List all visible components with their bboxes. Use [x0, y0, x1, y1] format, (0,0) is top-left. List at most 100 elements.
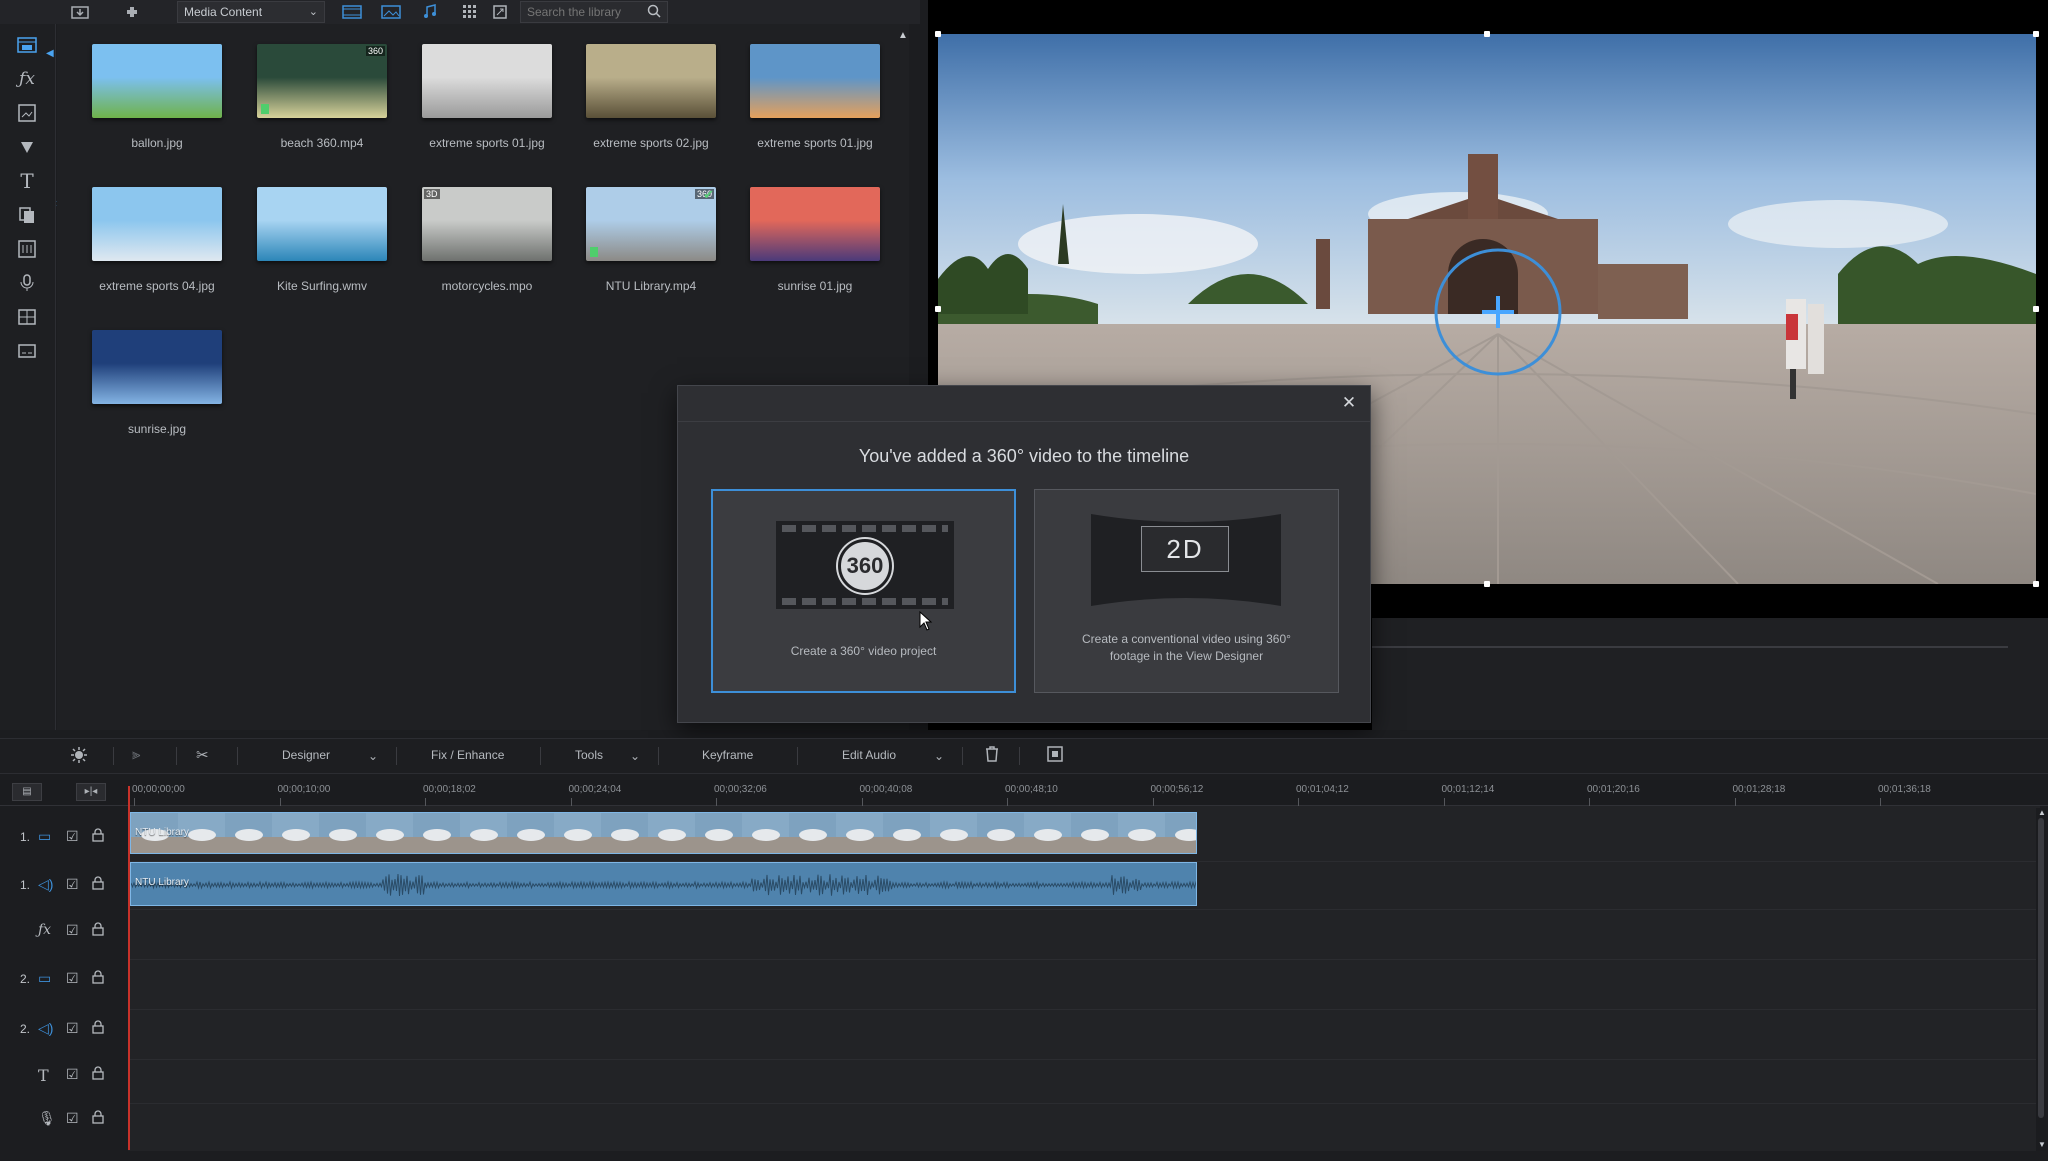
- create-360-project-option[interactable]: 360 Create a 360° video project: [711, 489, 1016, 693]
- transition-room-icon[interactable]: [14, 202, 40, 228]
- close-icon[interactable]: ✕: [1338, 392, 1360, 414]
- title-track-row[interactable]: [128, 1060, 2040, 1104]
- tools-menu[interactable]: Tools: [575, 748, 603, 762]
- track-enable-checkbox-icon[interactable]: ☑: [66, 922, 79, 939]
- chevron-down-icon[interactable]: ⌄: [630, 749, 640, 763]
- video-filter-icon[interactable]: [340, 2, 364, 22]
- import-media-icon[interactable]: [68, 2, 92, 22]
- search-icon[interactable]: [647, 4, 661, 21]
- track-enable-checkbox-icon[interactable]: ☑: [66, 970, 79, 987]
- track-enable-checkbox-icon[interactable]: ☑: [66, 1110, 79, 1127]
- resize-handle[interactable]: [2033, 581, 2039, 587]
- chevron-down-icon[interactable]: ⌄: [368, 749, 378, 763]
- tools-gear-icon[interactable]: [70, 746, 88, 768]
- ruler-label: 00;00;56;12: [1150, 784, 1204, 795]
- media-item[interactable]: extreme sports 04.jpg: [87, 187, 227, 293]
- resize-handle[interactable]: [2033, 31, 2039, 37]
- edit-audio-menu[interactable]: Edit Audio: [842, 748, 896, 762]
- grid-view-icon[interactable]: [458, 2, 482, 22]
- video-clip[interactable]: NTU Library: [130, 812, 1197, 854]
- audio-mixing-room-icon[interactable]: [14, 236, 40, 262]
- track-lock-icon[interactable]: [92, 1110, 104, 1127]
- media-thumbnail: [750, 187, 880, 261]
- ruler-tick: [570, 798, 572, 806]
- ruler-tick: [134, 798, 135, 806]
- resize-handle[interactable]: [935, 31, 941, 37]
- split-track-icon[interactable]: ⫸: [132, 746, 140, 763]
- voice-over-icon[interactable]: [14, 270, 40, 296]
- track-number: 1.: [20, 830, 31, 844]
- track-lock-icon[interactable]: [92, 1020, 104, 1037]
- search-input[interactable]: [527, 5, 637, 19]
- resize-handle[interactable]: [2033, 306, 2039, 312]
- media-item[interactable]: sunrise 01.jpg: [745, 187, 885, 293]
- media-item[interactable]: extreme sports 01.jpg: [745, 44, 885, 150]
- library-search[interactable]: [520, 1, 668, 23]
- timeline-scrollbar[interactable]: [2036, 808, 2046, 1151]
- media-item[interactable]: 360 ✔ NTU Library.mp4: [581, 187, 721, 293]
- designer-menu[interactable]: Designer: [282, 748, 330, 762]
- track-lock-icon[interactable]: [92, 1066, 104, 1083]
- fit-timeline-icon[interactable]: ▸|◂: [76, 783, 106, 801]
- resize-handle[interactable]: [1484, 581, 1490, 587]
- track-enable-checkbox-icon[interactable]: ☑: [66, 1066, 79, 1083]
- room-rail: ◀ ƒx T: [0, 24, 56, 730]
- track-enable-checkbox-icon[interactable]: ☑: [66, 1020, 79, 1037]
- audio-track-2-row[interactable]: [128, 1010, 2040, 1060]
- media-item[interactable]: 360 beach 360.mp4: [252, 44, 392, 150]
- particle-room-icon[interactable]: [14, 134, 40, 160]
- track-lock-icon[interactable]: [92, 922, 104, 939]
- track-lock-icon[interactable]: [92, 828, 104, 845]
- chevron-down-icon[interactable]: ⌄: [934, 749, 944, 763]
- video-track-2-row[interactable]: [128, 960, 2040, 1010]
- playhead[interactable]: [128, 786, 130, 1150]
- fx-track-row[interactable]: [128, 910, 2040, 960]
- library-content-dropdown[interactable]: Media Content ⌄: [177, 1, 325, 23]
- clip-thumbnail-cloud: [235, 829, 263, 841]
- resize-handle[interactable]: [935, 306, 941, 312]
- pip-room-icon[interactable]: [14, 100, 40, 126]
- ruler-label: 00;00;18;02: [423, 784, 476, 795]
- clip-thumbnail-cloud: [470, 829, 498, 841]
- audio-clip[interactable]: NTU Library: [130, 862, 1197, 906]
- plugin-icon[interactable]: [120, 2, 144, 22]
- film-perforation: [782, 598, 948, 605]
- media-room-icon[interactable]: [14, 32, 40, 58]
- media-item[interactable]: extreme sports 02.jpg: [581, 44, 721, 150]
- scroll-up-icon[interactable]: ▲: [898, 30, 908, 41]
- ruler-tick: [1589, 798, 1590, 806]
- film-perforation: [782, 525, 948, 532]
- clip-thumbnail-cloud: [940, 829, 968, 841]
- timeline-view-icon[interactable]: ▤: [12, 783, 42, 801]
- scrollbar-thumb[interactable]: [2038, 818, 2044, 1118]
- scroll-down-icon[interactable]: ▼: [2038, 1140, 2046, 1149]
- fx-room-icon[interactable]: ƒx: [14, 66, 40, 92]
- media-item[interactable]: 3D motorcycles.mpo: [417, 187, 557, 293]
- expand-icon[interactable]: [488, 2, 512, 22]
- track-header: 🎙 ☑: [0, 1100, 128, 1140]
- image-filter-icon[interactable]: [379, 2, 403, 22]
- track-lock-icon[interactable]: [92, 970, 104, 987]
- playback-slider[interactable]: [1372, 646, 2008, 648]
- media-item[interactable]: Kite Surfing.wmv: [252, 187, 392, 293]
- media-item[interactable]: sunrise.jpg: [87, 330, 227, 436]
- split-scissors-icon[interactable]: ✂: [196, 746, 209, 764]
- subtitle-room-icon[interactable]: [14, 338, 40, 364]
- create-2d-video-option[interactable]: 2D Create a conventional video using 360…: [1034, 489, 1339, 693]
- timeline-ruler[interactable]: ▤ ▸|◂ 00;00;00;00 00;00;10;00 00;00;18;02 0…: [0, 780, 2048, 806]
- track-enable-checkbox-icon[interactable]: ☑: [66, 828, 79, 845]
- fix-enhance-button[interactable]: Fix / Enhance: [431, 748, 504, 762]
- storyboard-icon[interactable]: [1047, 746, 1063, 766]
- chapter-room-icon[interactable]: [14, 304, 40, 330]
- track-enable-checkbox-icon[interactable]: ☑: [66, 876, 79, 893]
- track-lock-icon[interactable]: [92, 876, 104, 893]
- media-item[interactable]: ballon.jpg: [87, 44, 227, 150]
- keyframe-button[interactable]: Keyframe: [702, 748, 753, 762]
- ruler-tick: [425, 798, 426, 806]
- title-room-icon[interactable]: T: [14, 168, 40, 194]
- media-item[interactable]: extreme sports 01.jpg: [417, 44, 557, 150]
- trash-icon[interactable]: [985, 746, 999, 766]
- scroll-up-icon[interactable]: ▲: [2038, 808, 2046, 817]
- resize-handle[interactable]: [1484, 31, 1490, 37]
- audio-filter-icon[interactable]: [418, 2, 442, 22]
